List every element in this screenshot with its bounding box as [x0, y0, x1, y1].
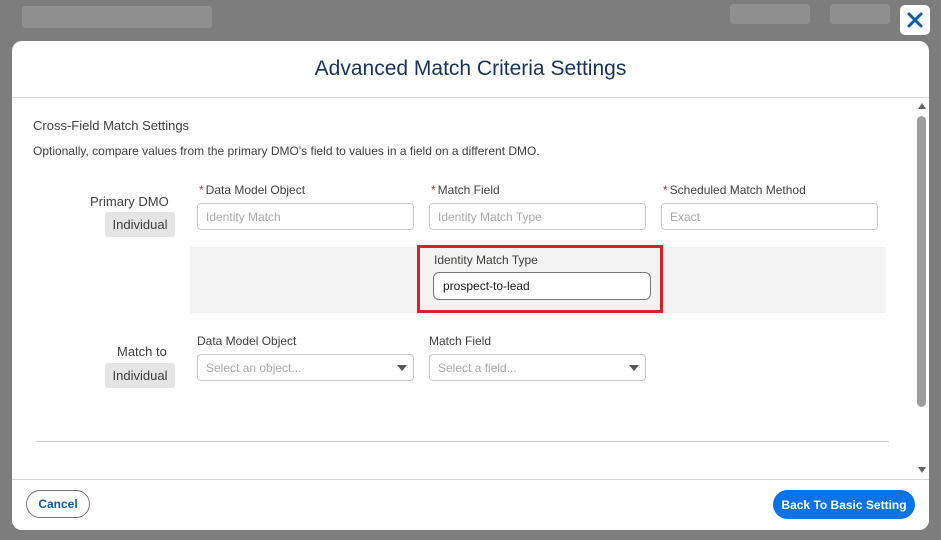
section-divider	[36, 441, 889, 442]
primary-dmo-object-input[interactable]: Identity Match	[197, 203, 414, 230]
primary-match-field-input[interactable]: Identity Match Type	[429, 203, 646, 230]
match-to-label: Match to	[117, 344, 167, 359]
primary-dmo-field-label: * Data Model Object	[199, 183, 306, 197]
scroll-up-icon[interactable]	[918, 103, 926, 109]
match-to-object-label: Data Model Object	[197, 334, 297, 348]
match-to-field-label: Match Field	[429, 334, 492, 348]
modal-title: Advanced Match Criteria Settings	[314, 57, 627, 80]
background-title	[22, 6, 212, 28]
primary-match-field-label: * Match Field	[431, 183, 500, 197]
modal-scrollbar[interactable]	[915, 99, 929, 479]
close-icon	[907, 12, 923, 28]
highlight-box	[417, 245, 663, 313]
match-to-field-placeholder: Select a field...	[438, 360, 517, 375]
scroll-down-icon[interactable]	[918, 467, 926, 473]
match-to-field-select[interactable]: Select a field...	[429, 354, 646, 381]
section-description: Optionally, compare values from the prim…	[33, 144, 540, 158]
modal-footer: Cancel Back To Basic Setting	[12, 479, 929, 530]
scheduled-match-method-input[interactable]: Exact	[661, 203, 878, 230]
section-title: Cross-Field Match Settings	[33, 118, 190, 133]
primary-dmo-pill: Individual	[105, 212, 175, 237]
primary-dmo-label: Primary DMO	[90, 194, 169, 209]
cancel-button[interactable]: Cancel	[26, 490, 90, 518]
chevron-down-icon	[629, 365, 639, 371]
chevron-down-icon	[397, 365, 407, 371]
scheduled-match-method-label: * Scheduled Match Method	[663, 183, 806, 197]
modal-body[interactable]: Cross-Field Match Settings Optionally, c…	[12, 98, 929, 479]
match-to-object-select[interactable]: Select an object...	[197, 354, 414, 381]
close-button[interactable]	[900, 5, 930, 35]
back-to-basic-setting-button[interactable]: Back To Basic Setting	[773, 490, 915, 519]
background-button	[830, 4, 890, 24]
advanced-match-modal: Advanced Match Criteria Settings Cross-F…	[12, 41, 929, 530]
match-to-pill: Individual	[105, 363, 175, 388]
scrollbar-thumb[interactable]	[917, 116, 926, 407]
background-button	[730, 4, 810, 24]
match-to-object-placeholder: Select an object...	[206, 360, 302, 375]
modal-header: Advanced Match Criteria Settings	[12, 41, 929, 98]
